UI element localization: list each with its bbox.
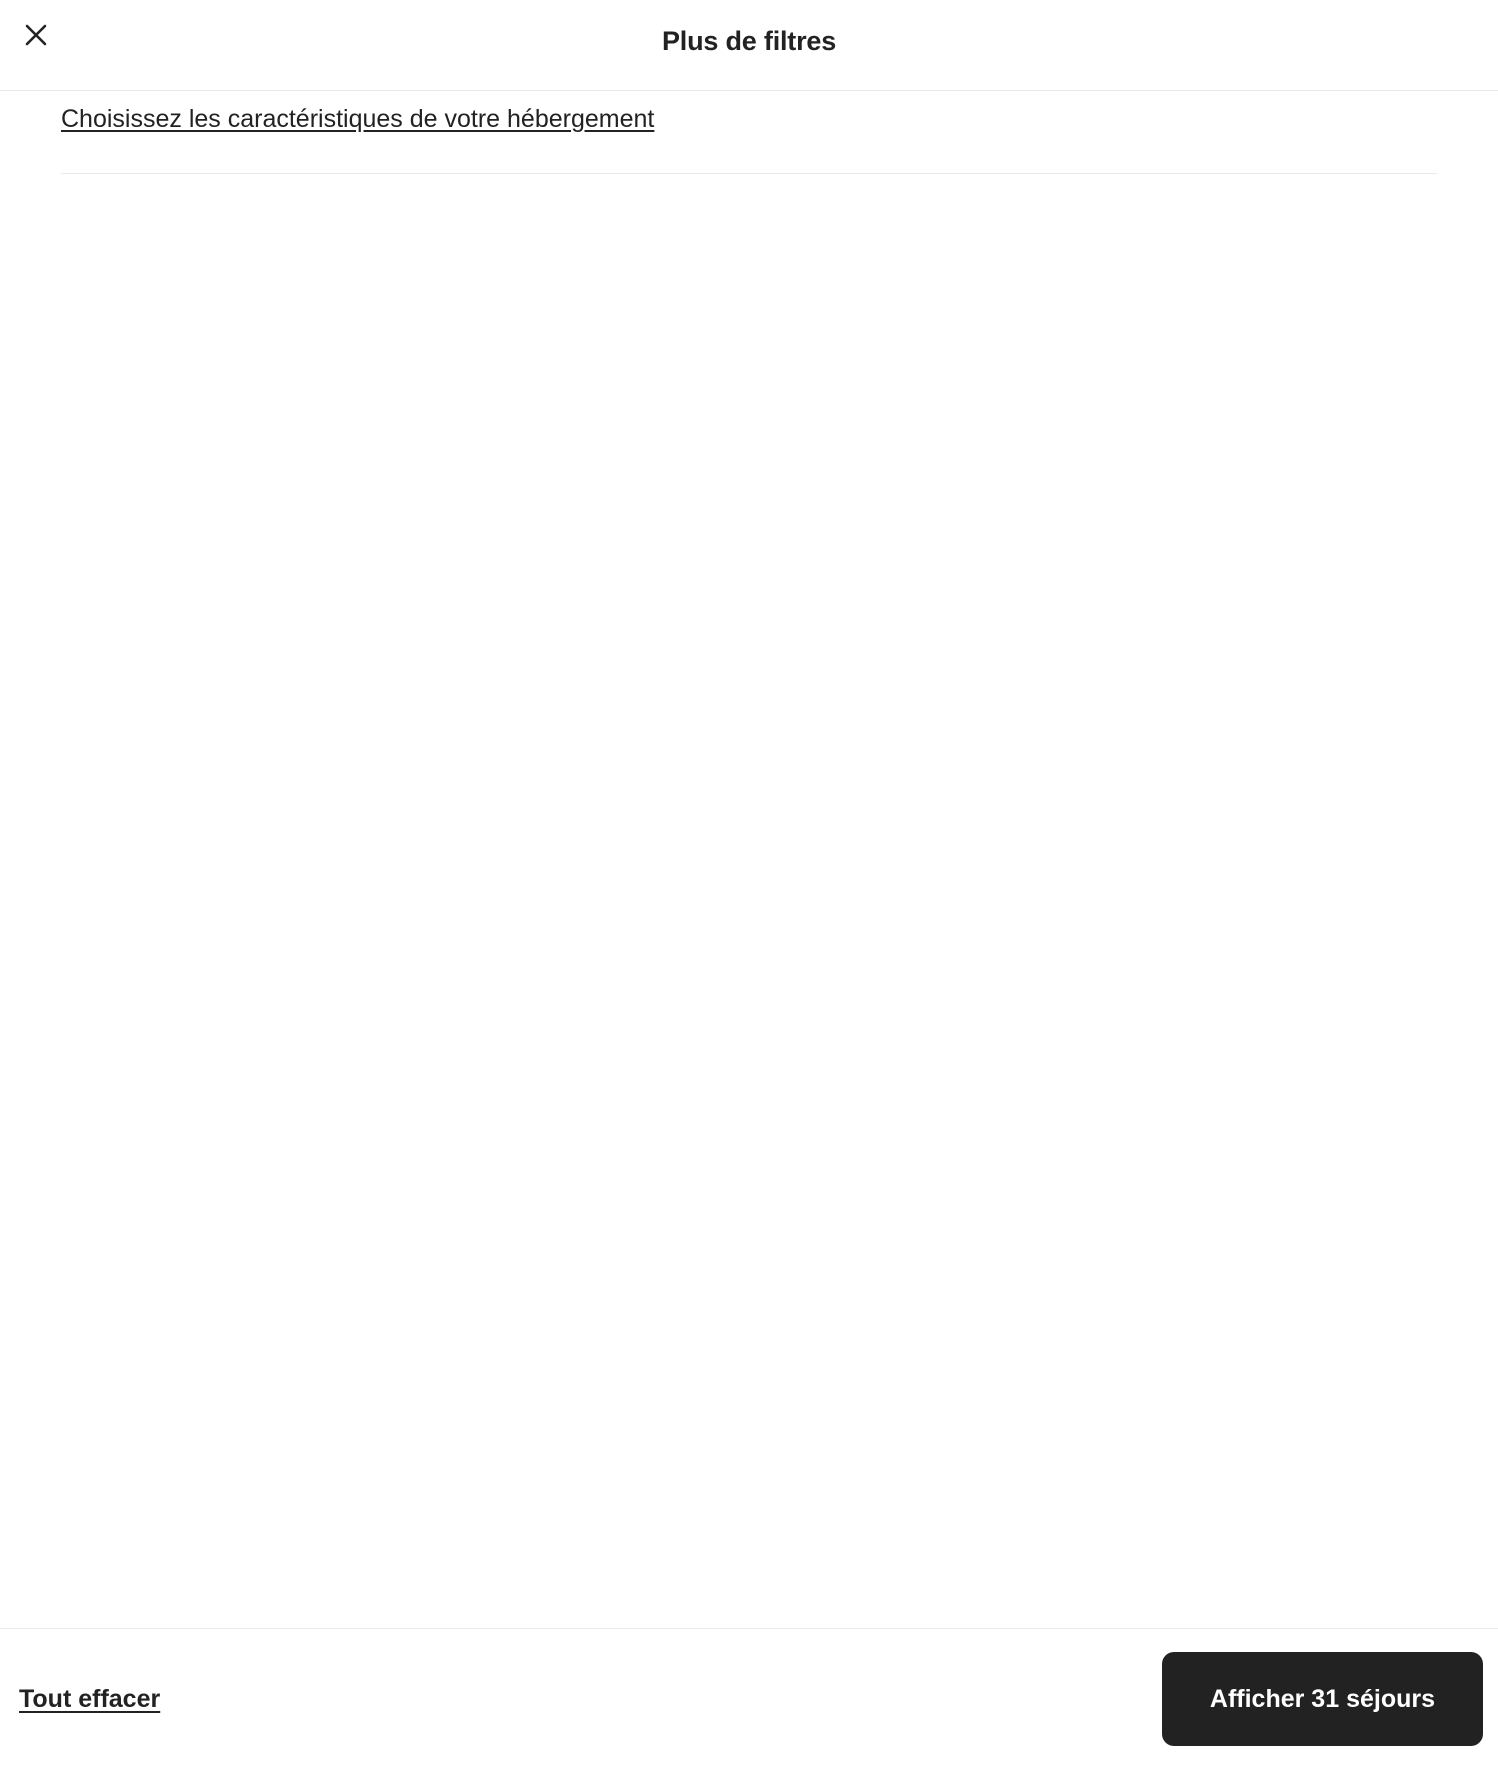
clear-all-button[interactable]: Tout effacer <box>15 1675 164 1723</box>
divider <box>61 173 1437 174</box>
page-title: Plus de filtres <box>661 26 837 56</box>
filters-content: Choisissez les caractéristiques de votre… <box>0 91 1498 174</box>
submit-show-stays-button[interactable]: Afficher 31 séjours <box>1161 1651 1483 1746</box>
filters-scroll-area[interactable]: Choisissez les caractéristiques de votre… <box>0 91 1498 1628</box>
choose-characteristics-link[interactable]: Choisissez les caractéristiques de votre… <box>61 103 654 135</box>
modal-footer: Tout effacer Afficher 31 séjours <box>0 1628 1498 1768</box>
modal-header: Plus de filtres <box>0 0 1498 91</box>
